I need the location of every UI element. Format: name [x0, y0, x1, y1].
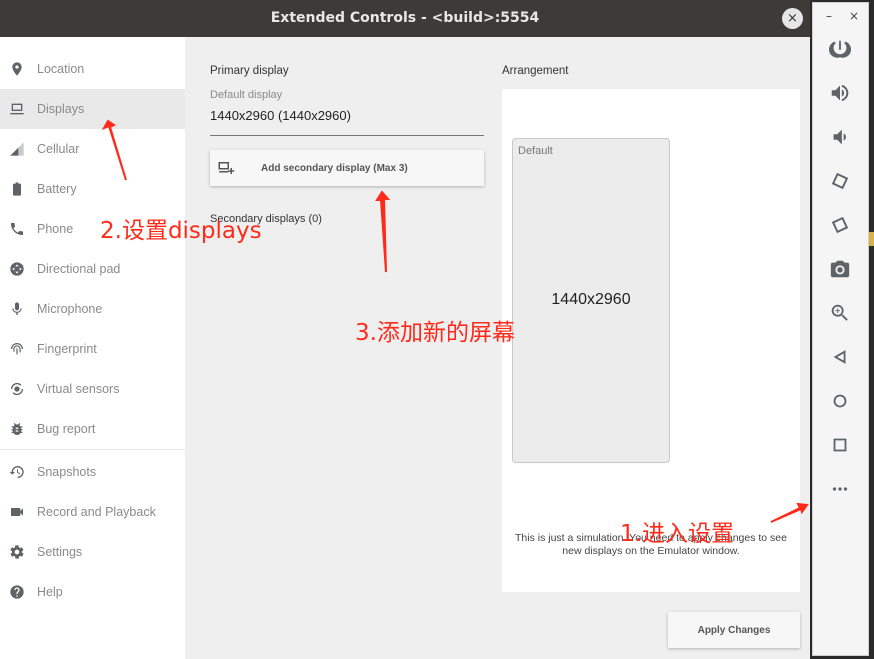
sidebar-item-directional-pad[interactable]: Directional pad — [0, 249, 185, 289]
sidebar-item-label: Phone — [37, 222, 74, 236]
select-underline — [210, 135, 484, 136]
window-title: Extended Controls - <build>:5554 — [270, 10, 540, 26]
camera-icon[interactable] — [827, 256, 853, 282]
rotate-left-icon[interactable] — [827, 168, 853, 194]
sidebar-item-location[interactable]: Location — [0, 49, 185, 89]
primary-display-heading: Primary display — [210, 65, 289, 77]
zoom-icon[interactable] — [827, 300, 853, 326]
power-icon[interactable] — [827, 36, 853, 62]
location-pin-icon — [9, 61, 25, 77]
signal-icon — [9, 141, 25, 157]
bug-icon — [9, 421, 25, 437]
microphone-icon — [9, 301, 25, 317]
sidebar-item-cellular[interactable]: Cellular — [0, 129, 185, 169]
primary-display-select[interactable]: 1440x2960 (1440x2960) — [210, 108, 351, 123]
sidebar-item-label: Battery — [37, 182, 77, 196]
sidebar-item-label: Cellular — [37, 142, 80, 156]
default-display-label: Default display — [210, 89, 283, 101]
monitor-icon — [9, 101, 25, 117]
dpad-icon — [9, 261, 25, 277]
annotation-step-1: 1.进入设置 — [620, 521, 734, 547]
close-button[interactable]: × — [782, 8, 803, 29]
sidebar-item-fingerprint[interactable]: Fingerprint — [0, 329, 185, 369]
sensors-icon — [9, 381, 25, 397]
sidebar-item-label: Directional pad — [37, 262, 121, 276]
sidebar-item-microphone[interactable]: Microphone — [0, 289, 185, 329]
display-box-resolution: 1440x2960 — [551, 291, 631, 308]
display-box-label: Default — [518, 145, 553, 157]
sidebar-item-battery[interactable]: Battery — [0, 169, 185, 209]
phone-icon — [9, 221, 25, 237]
emulator-close-button[interactable]: × — [847, 9, 861, 23]
sidebar-item-label: Settings — [37, 545, 83, 559]
sidebar-divider — [0, 449, 185, 450]
sidebar-item-label: Record and Playback — [37, 505, 156, 519]
sidebar-item-label: Displays — [37, 102, 85, 116]
sidebar-item-displays[interactable]: Displays — [0, 89, 185, 129]
rotate-right-icon[interactable] — [827, 212, 853, 238]
displays-panel: Primary display Default display 1440x296… — [186, 37, 810, 659]
add-secondary-display-button[interactable]: Add secondary display (Max 3) — [210, 150, 484, 186]
sidebar: Location Displays Cellular Battery Phone… — [0, 37, 185, 659]
sidebar-item-record-and-playback[interactable]: Record and Playback — [0, 492, 185, 532]
sidebar-item-label: Microphone — [37, 302, 103, 316]
sidebar-item-label: Virtual sensors — [37, 382, 120, 396]
apply-changes-button[interactable]: Apply Changes — [668, 612, 800, 648]
sidebar-item-label: Snapshots — [37, 465, 97, 479]
volume-down-icon[interactable] — [827, 124, 853, 150]
battery-icon — [9, 181, 25, 197]
sidebar-item-settings[interactable]: Settings — [0, 532, 185, 572]
home-icon[interactable] — [827, 388, 853, 414]
emulator-toolbar: – × — [812, 2, 869, 656]
sidebar-item-label: Location — [37, 62, 85, 76]
fingerprint-icon — [9, 341, 25, 357]
back-icon[interactable] — [827, 344, 853, 370]
overview-icon[interactable] — [827, 432, 853, 458]
sidebar-item-label: Help — [37, 585, 63, 599]
history-icon — [9, 464, 25, 480]
annotation-step-3: 3.添加新的屏幕 — [355, 320, 515, 346]
default-display-box[interactable]: Default 1440x2960 — [512, 138, 670, 463]
help-icon — [9, 584, 25, 600]
annotation-step-2: 2.设置displays — [100, 218, 262, 244]
sidebar-item-help[interactable]: Help — [0, 572, 185, 612]
video-camera-icon — [9, 504, 25, 520]
more-icon[interactable] — [827, 476, 853, 502]
sidebar-item-label: Bug report — [37, 422, 96, 436]
gear-icon — [9, 544, 25, 560]
sidebar-item-virtual-sensors[interactable]: Virtual sensors — [0, 369, 185, 409]
add-secondary-display-label: Add secondary display (Max 3) — [261, 162, 408, 174]
title-bar: Extended Controls - <build>:5554 × — [0, 0, 810, 37]
arrangement-heading: Arrangement — [502, 65, 569, 77]
add-display-icon — [217, 159, 235, 177]
sidebar-item-bug-report[interactable]: Bug report — [0, 409, 185, 449]
minimize-button[interactable]: – — [822, 9, 836, 23]
sidebar-item-snapshots[interactable]: Snapshots — [0, 452, 185, 492]
volume-up-icon[interactable] — [827, 80, 853, 106]
sidebar-item-label: Fingerprint — [37, 342, 97, 356]
